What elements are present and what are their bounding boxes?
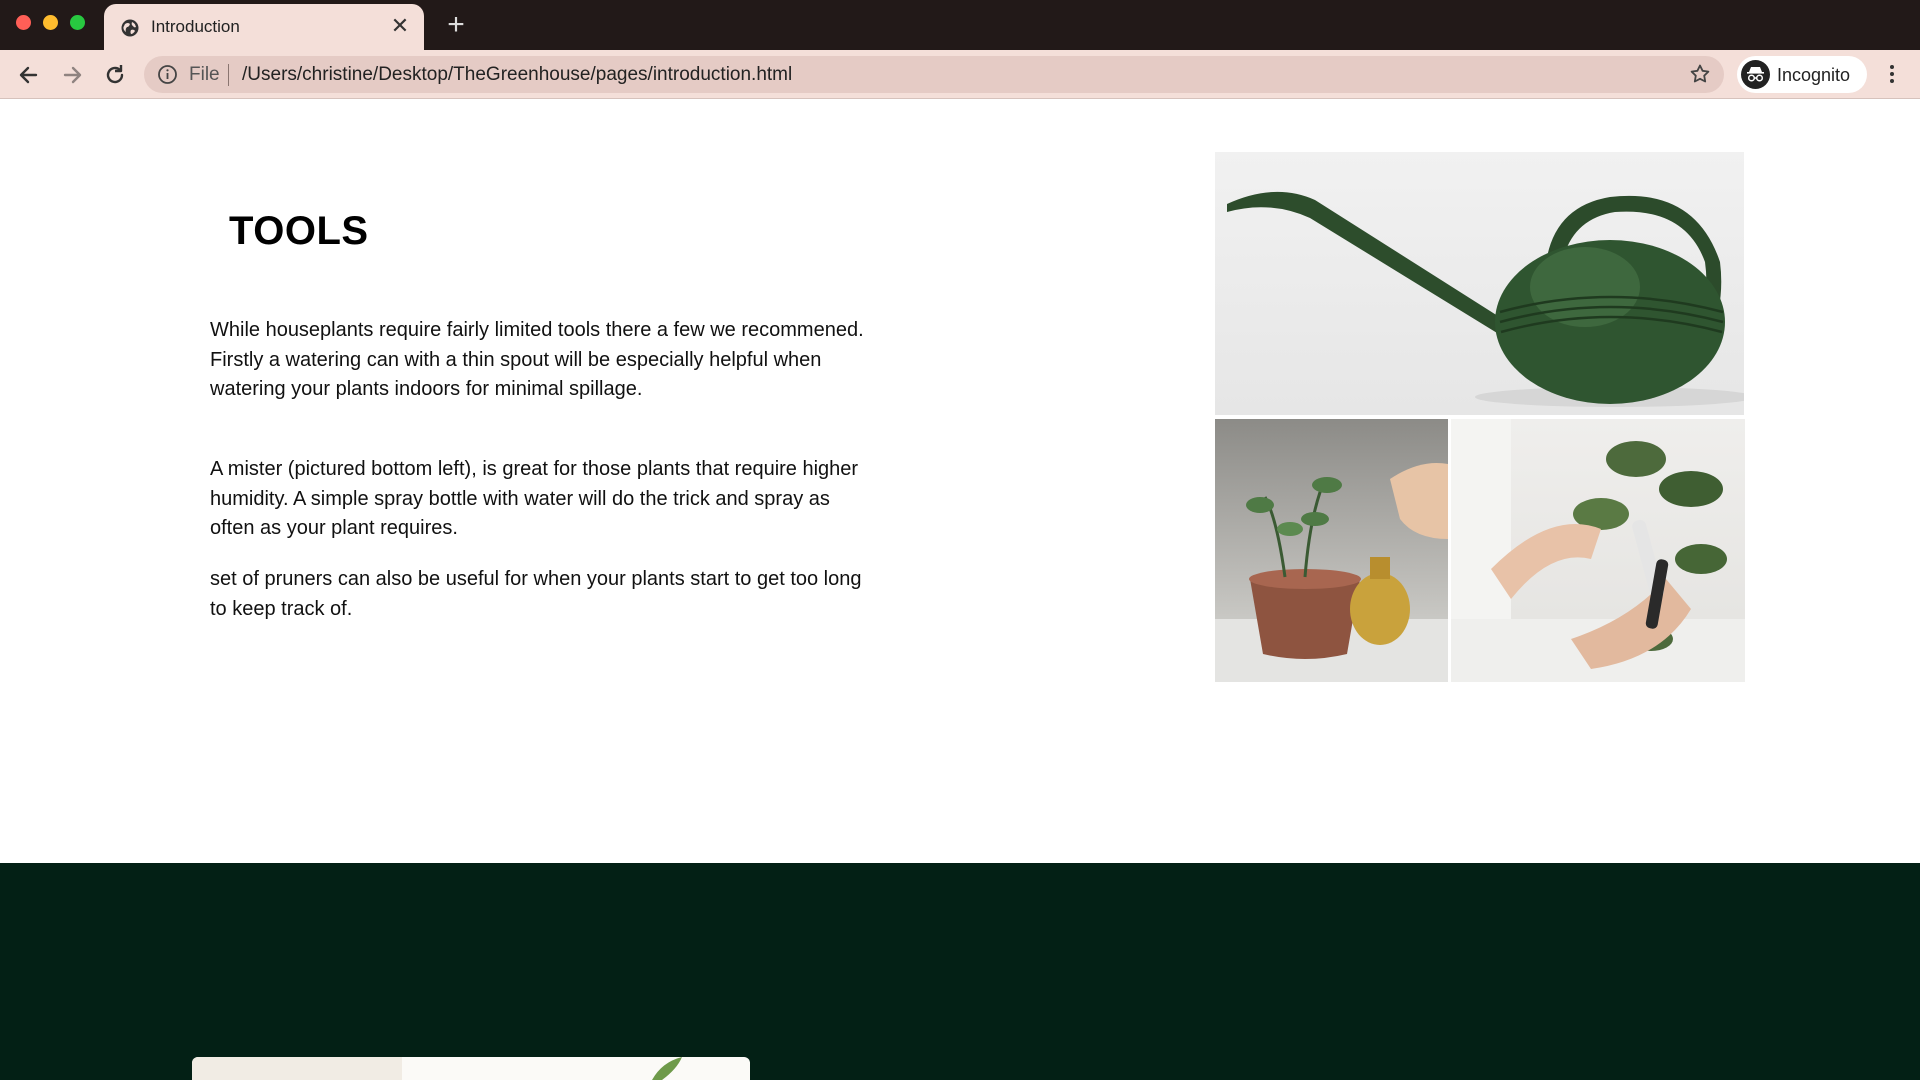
page-content: TOOLS While houseplants require fairly l… <box>0 99 1920 1080</box>
page-title: TOOLS <box>229 209 369 253</box>
intro-paragraph: While houseplants require fairly limited… <box>210 319 864 400</box>
incognito-icon <box>1741 60 1770 89</box>
pruners-image <box>1451 419 1745 682</box>
info-icon[interactable] <box>157 64 178 85</box>
more-options-icon[interactable] <box>1880 62 1904 86</box>
watering-can-image <box>1215 152 1744 415</box>
forward-arrow-icon[interactable] <box>57 60 87 90</box>
tab-title: Introduction <box>151 17 240 36</box>
mister-paragraph: A mister (pictured bottom left), is grea… <box>210 458 859 539</box>
tab-introduction[interactable]: Introduction ✕ <box>104 4 424 50</box>
maximize-window-button[interactable] <box>70 15 85 30</box>
minimize-window-button[interactable] <box>43 15 58 30</box>
incognito-label: Incognito <box>1777 65 1851 85</box>
pruners-paragraph: set of pruners can also be useful for wh… <box>210 568 862 620</box>
window-controls <box>16 15 85 30</box>
globe-icon <box>121 19 139 37</box>
footer-image-card <box>192 1057 750 1080</box>
close-window-button[interactable] <box>16 15 31 30</box>
bookmark-star-icon[interactable] <box>1688 62 1712 86</box>
browser-toolbar: File /Users/christine/Desktop/TheGreenho… <box>0 50 1920 99</box>
back-arrow-icon[interactable] <box>14 60 44 90</box>
tab-close-icon[interactable]: ✕ <box>388 14 412 38</box>
footer-section <box>0 863 1920 1080</box>
url-separator <box>228 64 229 86</box>
address-bar[interactable]: File /Users/christine/Desktop/TheGreenho… <box>144 56 1724 93</box>
browser-chrome: Introduction ✕ + File /Users/christine/D… <box>0 0 1920 99</box>
new-tab-button[interactable]: + <box>440 10 472 42</box>
url-scheme-label: File <box>189 64 220 85</box>
tab-bar: Introduction ✕ + <box>0 0 1920 50</box>
reload-icon[interactable] <box>100 60 130 90</box>
incognito-badge[interactable]: Incognito <box>1737 56 1867 93</box>
mister-image <box>1215 419 1448 682</box>
url-text[interactable]: /Users/christine/Desktop/TheGreenhouse/p… <box>242 64 792 86</box>
